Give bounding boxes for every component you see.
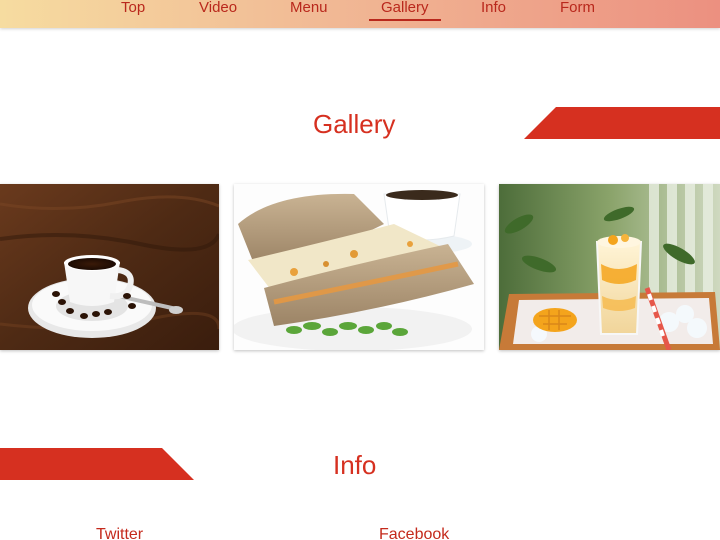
gallery-photo-coffee[interactable] xyxy=(0,184,219,350)
coffee-cup-image xyxy=(0,184,219,350)
info-accent-banner xyxy=(0,448,194,480)
nav-item-info[interactable]: Info xyxy=(481,0,506,18)
top-navigation: Top Video Menu Gallery Info Form xyxy=(0,0,720,28)
info-title: Info xyxy=(333,450,377,480)
nav-item-video[interactable]: Video xyxy=(199,0,237,18)
sandwich-image xyxy=(234,184,484,350)
gallery-photo-sandwich[interactable] xyxy=(234,184,484,350)
gallery-accent-banner xyxy=(524,107,720,139)
page: Top Video Menu Gallery Info Form Gallery xyxy=(0,0,720,540)
facebook-link[interactable]: Facebook xyxy=(379,525,449,540)
gallery-title: Gallery xyxy=(313,109,396,139)
nav-item-gallery[interactable]: Gallery xyxy=(369,0,440,21)
gallery-photo-smoothie[interactable] xyxy=(499,184,720,350)
twitter-link[interactable]: Twitter xyxy=(96,525,143,540)
smoothie-image xyxy=(499,184,720,350)
nav-item-form[interactable]: Form xyxy=(560,0,595,18)
nav-item-top[interactable]: Top xyxy=(121,0,145,18)
nav-item-menu[interactable]: Menu xyxy=(290,0,328,18)
